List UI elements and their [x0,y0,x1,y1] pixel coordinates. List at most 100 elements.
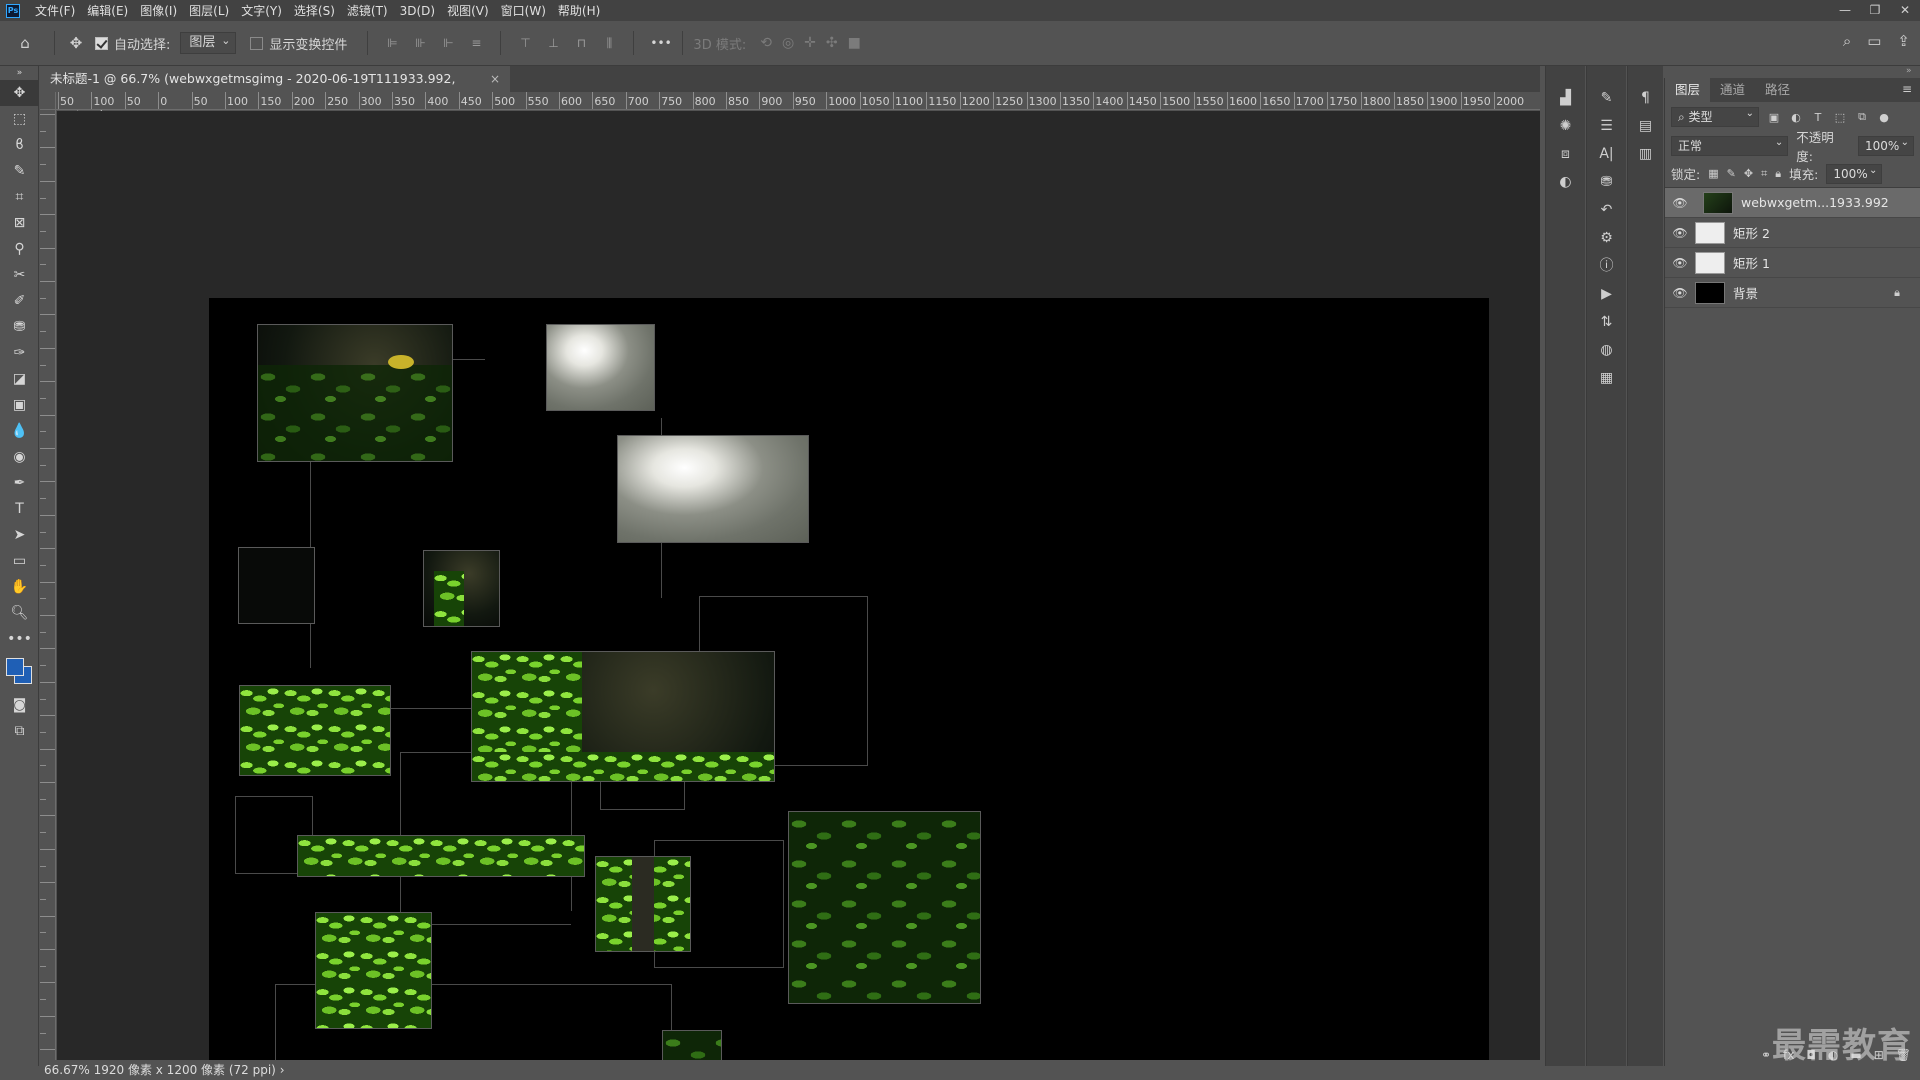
lasso-tool-icon[interactable]: ϐ [0,132,39,158]
brush-tool-icon[interactable]: ✐ [0,288,39,314]
lock-transparent-icon[interactable]: ▦ [1708,167,1718,180]
layer-filter-kind-dropdown[interactable]: ⌕ 类型 [1671,105,1759,127]
history-icon[interactable]: ↶ [1587,196,1626,224]
horizontal-ruler[interactable]: 50 100 50 0 50 100 150 200 250 300 350 400 450 500 550… [56,92,1540,110]
paragraph-icon[interactable]: ¶ [1628,84,1663,112]
table-icon[interactable]: ▦ [1587,364,1626,392]
filter-adjustment-icon[interactable]: ◐ [1789,111,1803,124]
photo-tile-lamp-small[interactable] [546,324,655,411]
libraries-icon[interactable]: ⧈ [1546,140,1585,168]
photo-tile-leaves-1[interactable] [239,685,391,776]
notes-icon[interactable]: ▥ [1628,140,1663,168]
healing-tool-icon[interactable]: ✂ [0,262,39,288]
3d-icon[interactable]: ◍ [1587,336,1626,364]
layer-row-background[interactable]: 👁︎ 背景 🔒︎ [1665,278,1920,308]
foreground-color-chip[interactable] [6,658,24,676]
filter-toggle-icon[interactable]: ● [1877,111,1891,124]
align-bottom-icon[interactable]: ⊓ [573,35,589,51]
filter-shape-icon[interactable]: ⬚ [1833,111,1847,124]
lock-position-icon[interactable]: ✥ [1744,167,1753,180]
align-right-icon[interactable]: ⊩ [440,35,456,51]
restore-icon[interactable]: ❐ [1860,0,1890,21]
rectangle-tool-icon[interactable]: ▭ [0,548,39,574]
eraser-tool-icon[interactable]: ◪ [0,366,39,392]
histogram-icon[interactable]: ▟ [1546,84,1585,112]
photo-tile-stem[interactable] [423,550,500,627]
eyedropper-tool-icon[interactable]: ⚲ [0,236,39,262]
quick-select-tool-icon[interactable]: ✎ [0,158,39,184]
adjustments-icon[interactable]: ✺ [1546,112,1585,140]
layer-lock-icon[interactable]: 🔒︎ [1894,286,1900,300]
paragraph-styles-icon[interactable]: ▤ [1628,112,1663,140]
document-canvas[interactable] [209,298,1489,1080]
visibility-eye-icon[interactable]: 👁︎ [1665,196,1695,210]
info-icon[interactable]: ⓘ [1587,252,1626,280]
show-transform-checkbox[interactable] [250,36,264,50]
pen-tool-icon[interactable]: ✒ [0,470,39,496]
tab-paths[interactable]: 路径 [1755,78,1800,102]
tab-channels[interactable]: 通道 [1710,78,1755,102]
history-brush-tool-icon[interactable]: ✑ [0,340,39,366]
tab-layers[interactable]: 图层 [1665,78,1711,102]
home-icon[interactable]: ⌂ [14,32,36,54]
photo-tile-garden[interactable] [471,651,775,782]
photo-tile-leaves-2[interactable] [315,912,432,1029]
auto-select-target-dropdown[interactable]: 图层 [180,31,237,54]
zoom-level[interactable]: 66.67% [44,1063,90,1077]
distribute-icon[interactable]: ≡ [468,35,484,51]
visibility-eye-icon[interactable]: 👁︎ [1665,286,1695,300]
document-workspace[interactable] [57,111,1540,1080]
layer-row-smart-object[interactable]: 👁︎ webwxgetm...1933.992 [1665,188,1920,218]
tab-close-icon[interactable]: × [490,66,500,92]
align-top-icon[interactable]: ⊤ [517,35,533,51]
path-select-tool-icon[interactable]: ➤ [0,522,39,548]
layer-row-rect-1[interactable]: 👁︎ 矩形 1 [1665,248,1920,278]
channels-icon[interactable]: ⇅ [1587,308,1626,336]
link-layers-icon[interactable]: ⚭ [1761,1048,1771,1062]
menu-select[interactable]: 选择(S) [288,2,341,19]
opacity-input[interactable]: 100% [1858,134,1914,156]
blend-mode-dropdown[interactable]: 正常 [1671,134,1789,156]
fill-input[interactable]: 100% [1826,162,1883,184]
crop-tool-icon[interactable]: ⌗ [0,184,39,210]
brush-settings-icon[interactable]: ✎ [1587,84,1626,112]
filter-smart-object-icon[interactable]: ⧉ [1855,110,1869,124]
color-icon[interactable]: ◐ [1546,168,1585,196]
lock-all-icon[interactable]: 🔒︎ [1775,167,1781,181]
quick-mask-icon[interactable]: ◙ [0,692,39,718]
menu-type[interactable]: 文字(Y) [235,2,288,19]
layer-row-rect-2[interactable]: 👁︎ 矩形 2 [1665,218,1920,248]
photo-tile-bird[interactable] [257,324,453,462]
share-icon[interactable]: ⇪ [1897,32,1910,50]
screen-mode-icon[interactable]: ⧉ [0,718,39,744]
clone-source-icon[interactable]: ⛃ [1587,168,1626,196]
menu-edit[interactable]: 编辑(E) [81,2,134,19]
more-tools-icon[interactable]: ••• [0,626,39,652]
menu-view[interactable]: 视图(V) [441,2,495,19]
ruler-origin[interactable] [40,92,56,110]
close-icon[interactable]: ✕ [1890,0,1920,21]
menu-window[interactable]: 窗口(W) [495,2,552,19]
lock-image-icon[interactable]: ✎ [1727,167,1736,180]
character-icon[interactable]: A| [1587,140,1626,168]
photo-tile-lamp-large[interactable] [617,435,809,543]
panel-menu-icon[interactable]: ≡ [1902,82,1912,96]
hand-tool-icon[interactable]: ✋ [0,574,39,600]
gradient-tool-icon[interactable]: ▣ [0,392,39,418]
menu-3d[interactable]: 3D(D) [394,4,441,18]
lock-artboard-icon[interactable]: ⌗ [1761,167,1767,181]
zoom-tool-icon[interactable]: 🔍︎ [0,600,39,626]
visibility-eye-icon[interactable]: 👁︎ [1665,226,1695,240]
distribute-vertical-icon[interactable]: ⫼ [601,35,617,51]
menu-image[interactable]: 图像(I) [134,2,183,19]
photo-tile-leaves-large[interactable] [788,811,981,1004]
align-hcenter-icon[interactable]: ⊪ [412,35,428,51]
frame-tool-icon[interactable]: ⊠ [0,210,39,236]
visibility-eye-icon[interactable]: 👁︎ [1665,256,1695,270]
filter-type-icon[interactable]: T [1811,111,1825,124]
type-tool-icon[interactable]: T [0,496,39,522]
menu-file[interactable]: 文件(F) [29,2,81,19]
align-vcenter-icon[interactable]: ⊥ [545,35,561,51]
vertical-ruler[interactable] [40,110,56,1060]
photo-tile-trunk[interactable] [595,856,691,952]
